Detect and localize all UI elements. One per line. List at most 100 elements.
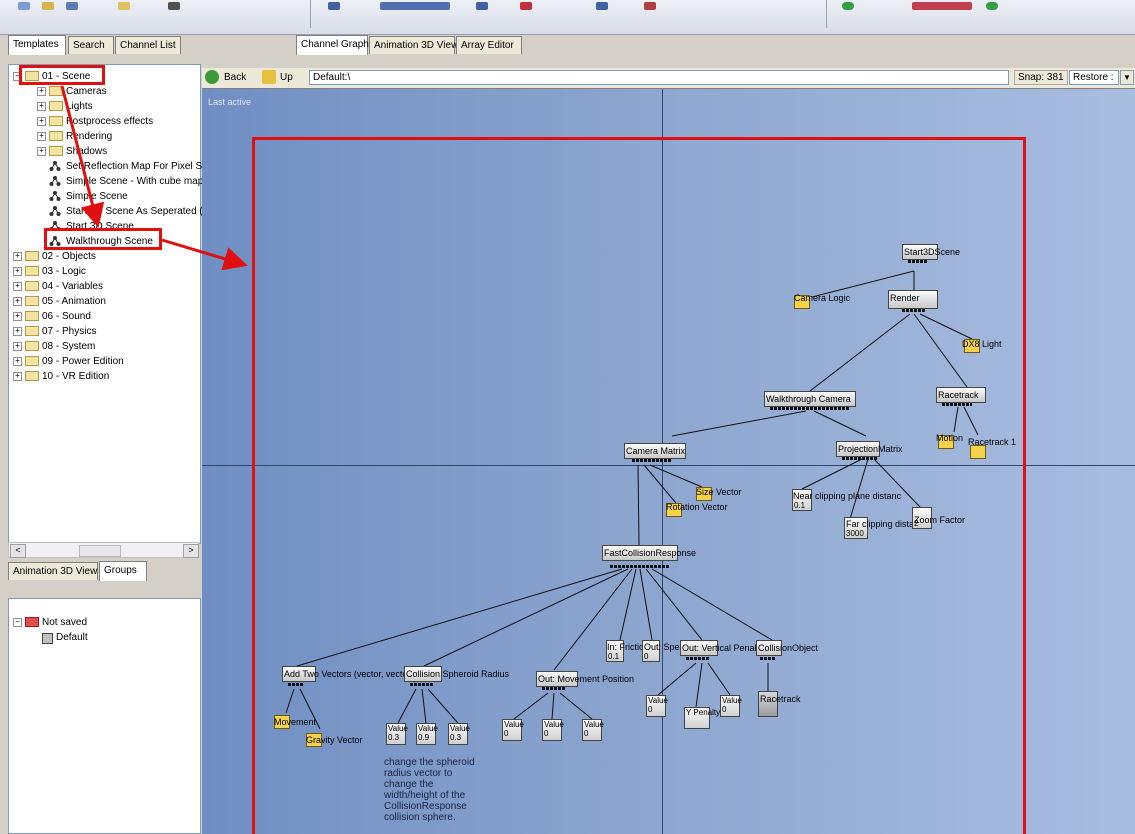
- folder-icon: [25, 341, 39, 351]
- tree-horizontal-scrollbar[interactable]: < >: [8, 542, 199, 558]
- folder-icon: [49, 146, 63, 156]
- tab-animation-3d-view-bottom[interactable]: Animation 3D View: [8, 562, 98, 580]
- expand-icon[interactable]: +: [13, 267, 22, 276]
- back-button[interactable]: Back: [224, 72, 246, 83]
- tree-item-label: Rendering: [66, 131, 113, 142]
- save-icon[interactable]: [66, 2, 78, 10]
- scroll-thumb[interactable]: [79, 545, 121, 557]
- graph-tab-strip: Channel Graph Animation 3D View Array Ed…: [296, 35, 596, 56]
- path-field[interactable]: Default:\: [309, 70, 1009, 85]
- tree-item-folder-3[interactable]: +03 - Logic: [9, 264, 199, 279]
- scroll-right-button[interactable]: >: [183, 544, 199, 558]
- tree-item-label: 09 - Power Edition: [42, 356, 124, 367]
- link-icon[interactable]: [476, 2, 488, 10]
- expand-icon[interactable]: +: [13, 312, 22, 321]
- tree-item-start-3d-scene-as-seperated[interactable]: Start 3D Scene As Seperated (: [9, 204, 203, 219]
- open-folder-icon[interactable]: [42, 2, 54, 10]
- graph-navigation-bar: Back Up Default:\ Snap: 381 Restore : ▼: [202, 68, 1135, 89]
- channel-graph-canvas[interactable]: Last active Start3DScene Camera Logic Re…: [202, 89, 1135, 834]
- snap-value: Snap: 381: [1014, 70, 1068, 85]
- left-tab-strip: Templates Search Channel List: [8, 35, 199, 56]
- folder-icon: [49, 101, 63, 111]
- toolbar-tool-icon[interactable]: [328, 2, 340, 10]
- folder-icon: [25, 356, 39, 366]
- record-icon[interactable]: [520, 2, 532, 10]
- tree-item-simple-scene[interactable]: Simple Scene: [9, 189, 199, 204]
- collapse-icon[interactable]: −: [13, 618, 22, 627]
- tree-item-label: 03 - Logic: [42, 266, 86, 277]
- expand-icon[interactable]: +: [37, 102, 46, 111]
- last-node-icon[interactable]: [912, 2, 972, 10]
- groups-panel: − Not saved Default: [8, 598, 201, 834]
- expand-icon[interactable]: +: [37, 132, 46, 141]
- big-channel-icon[interactable]: [380, 2, 450, 10]
- tree-item-label: Cameras: [66, 86, 107, 97]
- tab-templates[interactable]: Templates: [8, 35, 66, 55]
- folder-icon: [25, 251, 39, 261]
- layout-icon[interactable]: [596, 2, 608, 10]
- tree-item-label: Shadows: [66, 146, 108, 157]
- graph-template-icon: [49, 160, 61, 172]
- run-icon[interactable]: [986, 2, 998, 10]
- tree-item-postprocess-effects[interactable]: + Postprocess effects: [9, 114, 199, 129]
- tab-channel-graph[interactable]: Channel Graph: [296, 35, 369, 55]
- tree-item-label: 02 - Objects: [42, 251, 96, 262]
- expand-icon[interactable]: +: [37, 147, 46, 156]
- new-file-icon[interactable]: [18, 2, 30, 10]
- expand-icon[interactable]: +: [13, 327, 22, 336]
- expand-icon[interactable]: +: [13, 252, 22, 261]
- expand-icon[interactable]: +: [37, 87, 46, 96]
- play-icon[interactable]: [842, 2, 854, 10]
- tree-item-folder-10[interactable]: +10 - VR Edition: [9, 369, 199, 384]
- tree-item-set-reflection-map-for-pixel-si[interactable]: Set Reflection Map For Pixel SI: [9, 159, 205, 174]
- tree-item-cameras[interactable]: + Cameras: [9, 84, 199, 99]
- tree-item-rendering[interactable]: + Rendering: [9, 129, 199, 144]
- folder-icon[interactable]: [118, 2, 130, 10]
- folder-icon: [49, 86, 63, 96]
- highlight-box-scene-folder: [19, 65, 105, 85]
- bottom-tab-strip: Animation 3D View Groups: [8, 561, 199, 582]
- up-button[interactable]: Up: [280, 72, 293, 83]
- scroll-left-button[interactable]: <: [10, 544, 26, 558]
- tree-item-folder-4[interactable]: +04 - Variables: [9, 279, 199, 294]
- tab-array-editor[interactable]: Array Editor: [456, 36, 522, 54]
- tree-item-label: Lights: [66, 101, 93, 112]
- tree-item-label: 04 - Variables: [42, 281, 103, 292]
- tree-item-folder-2[interactable]: +02 - Objects: [9, 249, 199, 264]
- tree-item-lights[interactable]: + Lights: [9, 99, 199, 114]
- tree-item-label: Set Reflection Map For Pixel SI: [66, 161, 205, 172]
- expand-icon[interactable]: +: [13, 357, 22, 366]
- tree-item-folder-6[interactable]: +06 - Sound: [9, 309, 199, 324]
- tree-item-folder-5[interactable]: +05 - Animation: [9, 294, 199, 309]
- folder-icon: [25, 326, 39, 336]
- chevron-down-icon[interactable]: ▼: [1120, 70, 1134, 85]
- tree-item-label: 08 - System: [42, 341, 96, 352]
- tree-item-folder-7[interactable]: +07 - Physics: [9, 324, 199, 339]
- chart-icon[interactable]: [644, 2, 656, 10]
- expand-icon[interactable]: +: [13, 282, 22, 291]
- folder-icon: [25, 281, 39, 291]
- print-icon[interactable]: [168, 2, 180, 10]
- expand-icon[interactable]: +: [13, 342, 22, 351]
- up-folder-icon[interactable]: [262, 70, 276, 84]
- tree-item-shadows[interactable]: + Shadows: [9, 144, 199, 159]
- back-arrow-icon[interactable]: [205, 70, 219, 84]
- tab-search[interactable]: Search: [68, 36, 114, 54]
- tree-item-folder-8[interactable]: +08 - System: [9, 339, 199, 354]
- expand-icon[interactable]: +: [13, 297, 22, 306]
- tab-animation-3d-view[interactable]: Animation 3D View: [369, 36, 458, 54]
- tab-groups[interactable]: Groups: [99, 561, 147, 581]
- group-label: Default: [56, 632, 88, 643]
- expand-icon[interactable]: +: [37, 117, 46, 126]
- tab-channel-list[interactable]: Channel List: [115, 36, 181, 54]
- restore-select[interactable]: Restore :: [1069, 70, 1119, 85]
- tree-item-simple-scene-with-cube-map[interactable]: Simple Scene - With cube map: [9, 174, 203, 189]
- tree-item-label: 07 - Physics: [42, 326, 97, 337]
- main-toolbar: [0, 0, 1135, 35]
- folder-icon: [49, 116, 63, 126]
- red-folder-icon: [25, 617, 39, 627]
- tree-item-label: Start 3D Scene As Seperated (: [66, 206, 203, 217]
- folder-icon: [25, 371, 39, 381]
- expand-icon[interactable]: +: [13, 372, 22, 381]
- tree-item-folder-9[interactable]: +09 - Power Edition: [9, 354, 199, 369]
